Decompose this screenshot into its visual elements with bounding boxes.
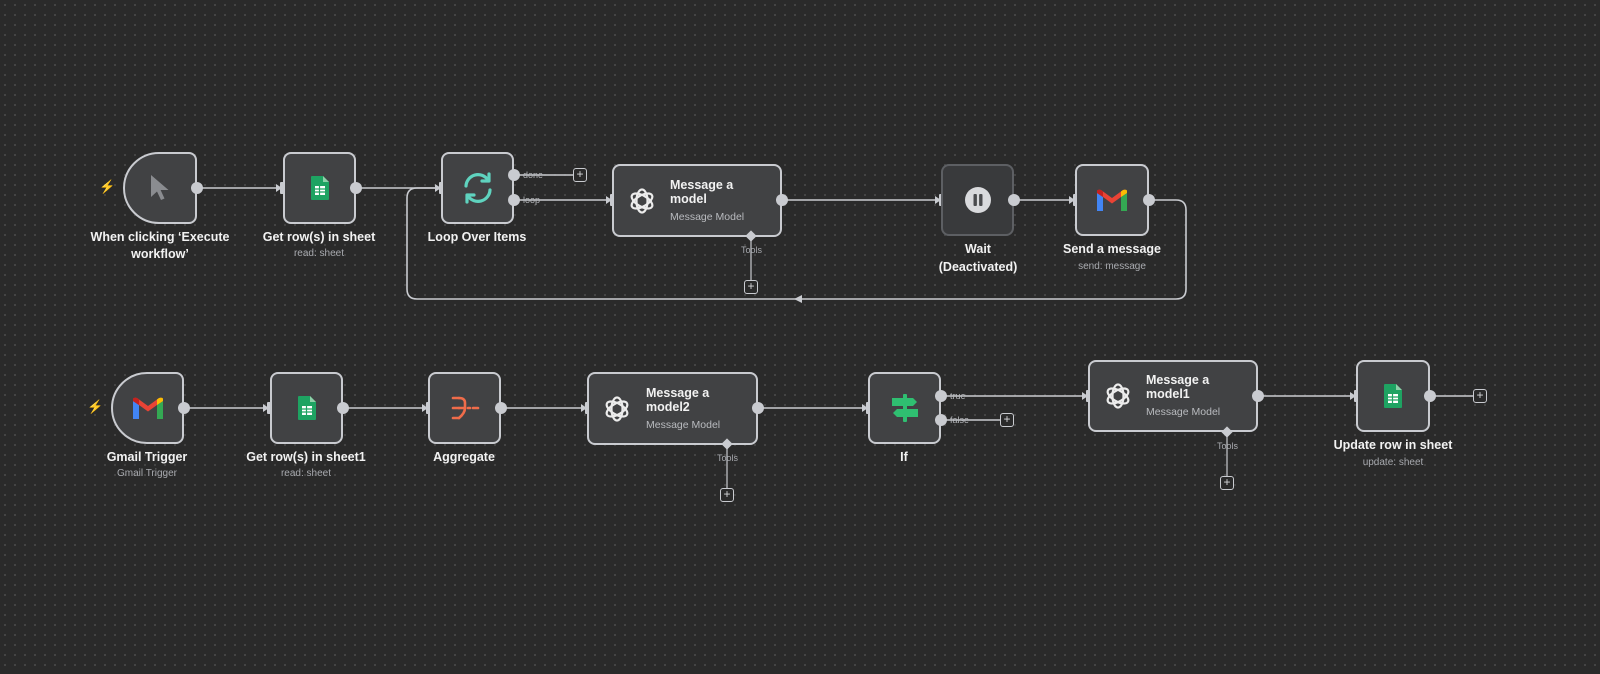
add-tool-button[interactable]: + <box>1220 476 1234 490</box>
node-sublabel: read: sheet <box>280 468 332 479</box>
add-node-button[interactable]: + <box>573 168 587 182</box>
openai-icon <box>601 393 633 425</box>
connection-wires <box>184 174 1473 488</box>
add-node-button[interactable]: + <box>1473 389 1487 403</box>
output-handle[interactable] <box>752 402 764 414</box>
node-wait-deactivated[interactable] <box>941 164 1014 236</box>
port-label-true: true <box>950 391 966 401</box>
google-sheets-icon <box>272 374 341 442</box>
node-get-rows-in-sheet1[interactable] <box>270 372 343 444</box>
node-label: Update row in sheet <box>1333 438 1453 452</box>
add-tool-button[interactable]: + <box>720 488 734 502</box>
node-label: When clicking ‘Execute workflow’ <box>90 230 230 261</box>
node-manual-trigger[interactable] <box>123 152 197 224</box>
node-label: Get row(s) in sheet1 <box>246 450 366 464</box>
openai-icon <box>1102 380 1134 412</box>
output-handle[interactable] <box>1252 390 1264 402</box>
output-handle[interactable] <box>495 402 507 414</box>
arrow-back-loop <box>794 295 802 303</box>
node-label: Aggregate <box>433 450 495 464</box>
aggregate-icon <box>430 374 499 442</box>
trigger-bolt-icon: ⚡ <box>87 399 104 414</box>
output-handle-true[interactable] <box>935 390 947 402</box>
output-handle[interactable] <box>776 194 788 206</box>
node-label: Send a message <box>1063 242 1161 256</box>
signpost-icon <box>870 374 939 442</box>
node-title: Message a model <box>670 178 734 206</box>
node-title: Message a model2 <box>646 386 710 414</box>
node-get-rows-in-sheet[interactable] <box>283 152 356 224</box>
node-message-a-model2[interactable]: Message a model2 Message Model <box>587 372 758 445</box>
node-send-a-message[interactable] <box>1075 164 1149 236</box>
port-label-false: false <box>950 415 970 425</box>
output-handle[interactable] <box>1424 390 1436 402</box>
node-sublabel: update: sheet <box>1362 457 1424 468</box>
output-handle-loop[interactable] <box>508 194 520 206</box>
node-label: Loop Over Items <box>427 230 527 244</box>
output-handle-false[interactable] <box>935 414 947 426</box>
tools-label: Tools <box>741 245 763 255</box>
node-label: If <box>900 450 908 464</box>
add-tool-button[interactable]: + <box>744 280 758 294</box>
tools-label: Tools <box>717 453 739 463</box>
workflow-canvas[interactable]: ⚡ When clicking ‘Execute workflow’ Get r… <box>0 0 1600 674</box>
output-handle[interactable] <box>350 182 362 194</box>
node-loop-over-items[interactable] <box>441 152 514 224</box>
node-if[interactable] <box>868 372 941 444</box>
node-subtitle: Message Model <box>1146 406 1221 418</box>
node-sublabel: Gmail Trigger <box>116 468 177 479</box>
tools-label: Tools <box>1217 441 1239 451</box>
loop-arrows-icon <box>443 154 512 222</box>
output-handle[interactable] <box>191 182 203 194</box>
port-label-loop: loop <box>523 195 541 205</box>
output-handle[interactable] <box>1143 194 1155 206</box>
output-handle-done[interactable] <box>508 169 520 181</box>
node-message-a-model1[interactable]: Message a model1 Message Model <box>1088 360 1258 432</box>
node-gmail-trigger[interactable] <box>111 372 184 444</box>
node-message-a-model[interactable]: Message a model Message Model <box>612 164 782 237</box>
node-subtitle: Message Model <box>670 211 745 223</box>
gmail-icon <box>1077 166 1147 234</box>
add-node-button[interactable]: + <box>1000 413 1014 427</box>
node-title: Message a model1 <box>1146 373 1210 401</box>
trigger-bolt-icon: ⚡ <box>99 179 116 194</box>
node-sublabel: read: sheet <box>293 248 345 259</box>
gmail-icon <box>113 374 182 442</box>
pause-icon <box>943 166 1012 234</box>
output-handle[interactable] <box>178 402 190 414</box>
node-label: Gmail Trigger <box>106 450 188 464</box>
google-sheets-icon <box>285 154 354 222</box>
google-sheets-icon <box>1358 362 1428 430</box>
node-aggregate[interactable] <box>428 372 501 444</box>
output-handle[interactable] <box>337 402 349 414</box>
node-update-row-in-sheet[interactable] <box>1356 360 1430 432</box>
output-handle[interactable] <box>1008 194 1020 206</box>
port-label-done: done <box>523 170 544 180</box>
cursor-pointer-icon <box>125 154 195 222</box>
node-sublabel: send: message <box>1078 261 1146 272</box>
openai-icon <box>626 185 658 217</box>
node-label: Get row(s) in sheet <box>262 230 376 244</box>
node-subtitle: Message Model <box>646 419 721 431</box>
